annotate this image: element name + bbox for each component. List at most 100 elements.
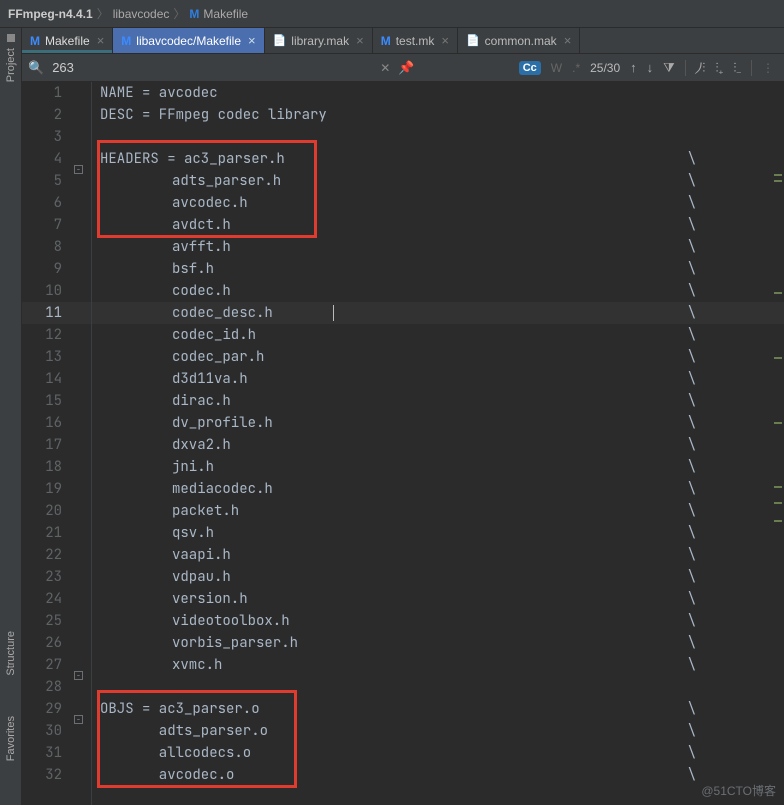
- crumb-file[interactable]: M Makefile: [189, 7, 248, 21]
- code-line[interactable]: 30 adts_parser.o\: [22, 720, 784, 742]
- code-line[interactable]: 31 allcodecs.o\: [22, 742, 784, 764]
- regex-toggle[interactable]: .*: [572, 61, 580, 75]
- code-text: vorbis_parser.h: [100, 632, 298, 654]
- code-line[interactable]: 27−xvmc.h\: [22, 654, 784, 676]
- code-text: adts_parser.o: [100, 720, 268, 742]
- find-filter[interactable]: ⧩: [663, 60, 675, 76]
- tab-label: test.mk: [396, 34, 435, 48]
- close-icon[interactable]: ×: [97, 33, 105, 48]
- remove-selection[interactable]: ⫶₋: [733, 60, 741, 76]
- line-number: 27: [22, 656, 72, 674]
- chevron-right-icon: 〉: [173, 5, 185, 22]
- line-number: 26: [22, 634, 72, 652]
- crumb-folder[interactable]: libavcodec: [113, 7, 170, 21]
- crumb-root[interactable]: FFmpeg-n4.4.1: [8, 7, 93, 21]
- code-line[interactable]: 10codec.h\: [22, 280, 784, 302]
- find-prev[interactable]: ↑: [630, 60, 637, 75]
- editor-tab[interactable]: 📄library.mak×: [265, 28, 373, 53]
- code-line[interactable]: 16dv_profile.h\: [22, 412, 784, 434]
- clear-input-icon[interactable]: ✕: [380, 61, 390, 75]
- close-icon[interactable]: ×: [441, 33, 449, 48]
- editor[interactable]: 1NAME = avcodec2DESC = FFmpeg codec libr…: [22, 82, 784, 805]
- close-icon[interactable]: ×: [356, 33, 364, 48]
- line-continuation: \: [688, 458, 696, 476]
- code-line[interactable]: 9bsf.h\: [22, 258, 784, 280]
- code-line[interactable]: 6avcodec.h\: [22, 192, 784, 214]
- separator: [685, 60, 686, 76]
- code-line[interactable]: 15dirac.h\: [22, 390, 784, 412]
- find-bar: 🔍 ✕ 📌 Cc W .* 25/30 ↑ ↓ ⧩ ⵰⫶ ⫶₊ ⫶₋ ⋮: [22, 54, 784, 82]
- find-input[interactable]: [52, 60, 372, 75]
- code-line[interactable]: 14d3d11va.h\: [22, 368, 784, 390]
- line-number: 8: [22, 238, 72, 256]
- code-line[interactable]: 26vorbis_parser.h\: [22, 632, 784, 654]
- code-text: jni.h: [100, 456, 214, 478]
- tab-label: libavcodec/Makefile: [136, 34, 241, 48]
- breadcrumb: FFmpeg-n4.4.1 〉 libavcodec 〉 M Makefile: [0, 0, 784, 28]
- code-line[interactable]: 20packet.h\: [22, 500, 784, 522]
- code-line[interactable]: 8avfft.h\: [22, 236, 784, 258]
- code-line[interactable]: 21qsv.h\: [22, 522, 784, 544]
- code-text: bsf.h: [100, 258, 214, 280]
- editor-tab[interactable]: MMakefile×: [22, 28, 113, 53]
- line-continuation: \: [688, 744, 696, 762]
- line-number: 22: [22, 546, 72, 564]
- editor-tab[interactable]: Mtest.mk×: [373, 28, 458, 53]
- close-icon[interactable]: ×: [248, 33, 256, 48]
- line-number: 3: [22, 128, 72, 146]
- code-line[interactable]: 13codec_par.h\: [22, 346, 784, 368]
- code-line[interactable]: 23vdpau.h\: [22, 566, 784, 588]
- file-icon: 📄: [466, 34, 480, 47]
- pin-icon[interactable]: 📌: [398, 60, 414, 76]
- line-number: 2: [22, 106, 72, 124]
- editor-tab[interactable]: Mlibavcodec/Makefile×: [113, 28, 264, 53]
- code-line[interactable]: 4−HEADERS = ac3_parser.h\: [22, 148, 784, 170]
- find-next[interactable]: ↓: [647, 60, 654, 75]
- code-line[interactable]: 5adts_parser.h\: [22, 170, 784, 192]
- line-continuation: \: [688, 480, 696, 498]
- code-line[interactable]: 25videotoolbox.h\: [22, 610, 784, 632]
- line-continuation: \: [688, 524, 696, 542]
- fold-toggle-icon[interactable]: −: [74, 671, 83, 680]
- makefile-icon: M: [189, 7, 199, 21]
- code-line[interactable]: 17dxva2.h\: [22, 434, 784, 456]
- select-all-occurrences[interactable]: ⵰⫶: [696, 60, 706, 76]
- code-line[interactable]: 29−OBJS = ac3_parser.o\: [22, 698, 784, 720]
- add-selection[interactable]: ⫶₊: [715, 60, 723, 76]
- code-line[interactable]: 11codec_desc.h\: [22, 302, 784, 324]
- fold-toggle-icon[interactable]: −: [74, 165, 83, 174]
- code-line[interactable]: 3: [22, 126, 784, 148]
- close-icon[interactable]: ×: [564, 33, 572, 48]
- line-number: 17: [22, 436, 72, 454]
- code-line[interactable]: 1NAME = avcodec: [22, 82, 784, 104]
- editor-tabs: MMakefile×Mlibavcodec/Makefile×📄library.…: [22, 28, 784, 54]
- words-toggle[interactable]: W: [551, 61, 562, 75]
- fold-toggle-icon[interactable]: −: [74, 715, 83, 724]
- line-continuation: \: [688, 414, 696, 432]
- code-text: HEADERS = ac3_parser.h: [100, 148, 285, 170]
- code-line[interactable]: 32 avcodec.o\: [22, 764, 784, 786]
- code-line[interactable]: 7avdct.h\: [22, 214, 784, 236]
- code-line[interactable]: 12codec_id.h\: [22, 324, 784, 346]
- code-text: dv_profile.h: [100, 412, 273, 434]
- code-line[interactable]: 2DESC = FFmpeg codec library: [22, 104, 784, 126]
- code-line[interactable]: 24version.h\: [22, 588, 784, 610]
- structure-tool-label[interactable]: Structure: [5, 631, 17, 676]
- code-line[interactable]: 28: [22, 676, 784, 698]
- code-line[interactable]: 19mediacodec.h\: [22, 478, 784, 500]
- search-icon: 🔍: [28, 60, 44, 76]
- code-line[interactable]: 18 jni.h \: [22, 456, 784, 478]
- line-continuation: \: [688, 436, 696, 454]
- code-text: avdct.h: [100, 214, 231, 236]
- match-case-toggle[interactable]: Cc: [519, 61, 541, 75]
- code-line[interactable]: 22vaapi.h\: [22, 544, 784, 566]
- watermark: @51CTO博客: [701, 782, 776, 799]
- code-text: codec_par.h: [100, 346, 264, 368]
- favorites-tool-label[interactable]: Favorites: [5, 716, 17, 761]
- project-tool-label[interactable]: Project: [5, 48, 17, 82]
- editor-tab[interactable]: 📄common.mak×: [458, 28, 580, 53]
- line-number: 18: [22, 458, 72, 476]
- project-tool-icon[interactable]: [7, 34, 15, 42]
- code-text: avcodec.o: [100, 764, 234, 786]
- more-find-options[interactable]: ⋮: [762, 61, 774, 75]
